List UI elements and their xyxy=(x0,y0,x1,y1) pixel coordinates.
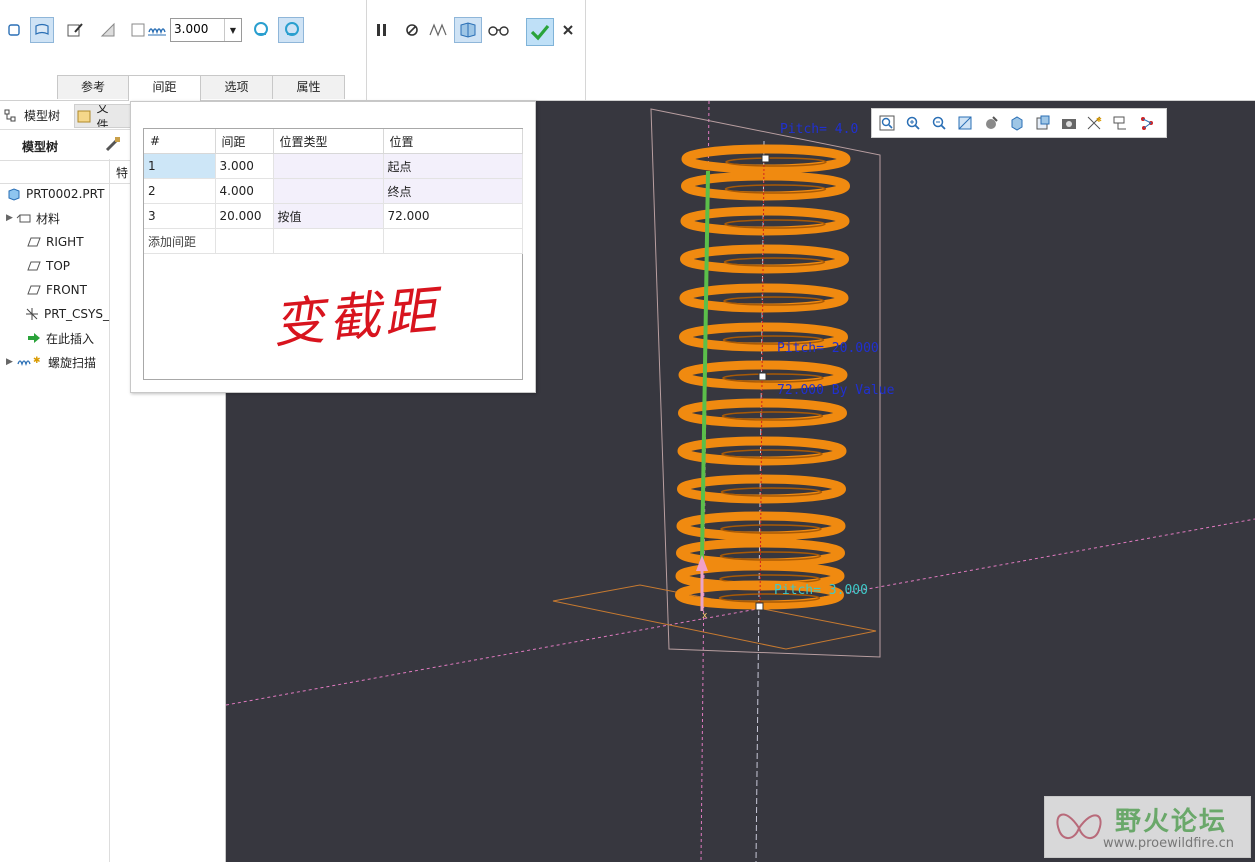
repaint-icon[interactable] xyxy=(954,112,976,134)
row-location-type[interactable] xyxy=(273,153,384,179)
view-manager-icon[interactable] xyxy=(1032,112,1054,134)
cancel-close-icon[interactable] xyxy=(556,17,580,43)
add-pitch-row[interactable]: 添加间距 xyxy=(144,228,523,254)
svg-text:✱: ✱ xyxy=(1096,116,1102,124)
dashboard-ribbon: ▼ 参考 间距 选项 属性 xyxy=(0,0,1255,101)
expand-arrow-icon[interactable]: ▶ xyxy=(6,213,16,223)
tree-item-csys[interactable]: PRT_CSYS_ xyxy=(24,304,109,324)
row-index[interactable]: 2 xyxy=(144,178,216,204)
feature-preview-icon[interactable] xyxy=(454,17,482,43)
row-location-type[interactable]: 按值 xyxy=(273,203,384,229)
row-index[interactable]: 3 xyxy=(144,203,216,229)
pitch-value-field[interactable]: ▼ xyxy=(170,18,242,42)
part-icon xyxy=(6,187,22,201)
model-tree-header-title: 模型树 xyxy=(22,140,59,154)
row-index[interactable]: 1 xyxy=(144,153,216,179)
sketch-icon[interactable] xyxy=(63,17,87,43)
add-pitch-link[interactable]: 添加间距 xyxy=(144,228,216,254)
pitch-label-top[interactable]: Pitch= 4.0 xyxy=(780,122,858,137)
svg-text:✱: ✱ xyxy=(33,356,41,366)
tree-item-top-plane[interactable]: TOP xyxy=(26,256,70,276)
column-header-index: # xyxy=(144,129,216,154)
tab-files[interactable]: 文件... xyxy=(74,104,132,128)
datum-plane-icon xyxy=(26,235,42,249)
geometry-preview-icon[interactable] xyxy=(426,17,450,43)
tree-item-part[interactable]: PRT0002.PRT xyxy=(6,184,104,204)
verify-glasses-icon[interactable] xyxy=(486,17,512,43)
location-by-value-label[interactable]: 72.000 By Value xyxy=(777,383,894,398)
row-pitch-value[interactable]: 3.000 xyxy=(215,153,274,179)
settings-tools-icon[interactable] xyxy=(104,135,122,156)
pause-icon[interactable] xyxy=(370,17,394,43)
tree-item-insert-here[interactable]: 在此插入 xyxy=(26,328,94,348)
solid-icon[interactable] xyxy=(2,17,26,43)
table-header-row: # 间距 位置类型 位置 xyxy=(144,129,523,154)
remove-material-icon[interactable] xyxy=(96,17,120,43)
pitch-panel-popup: # 间距 位置类型 位置 1 3.000 起点 2 4.000 终点 3 20.… xyxy=(130,101,536,393)
handwritten-annotation: 变截距 xyxy=(270,280,443,356)
pitch-value-input[interactable] xyxy=(171,19,224,39)
helical-sweep-icon: ✱ xyxy=(16,355,44,369)
folder-icon xyxy=(77,110,91,123)
refit-icon[interactable] xyxy=(876,112,898,134)
pitch-table: # 间距 位置类型 位置 1 3.000 起点 2 4.000 终点 3 20.… xyxy=(143,128,523,380)
material-icon xyxy=(16,211,32,225)
datum-display-icon[interactable]: ✱ xyxy=(1084,112,1106,134)
tree-item-helical-sweep[interactable]: ▶ ✱ 螺旋扫描 xyxy=(6,352,96,372)
expand-arrow-icon[interactable]: ▶ xyxy=(6,357,16,367)
datum-plane-icon xyxy=(26,259,42,273)
row-location-type[interactable] xyxy=(273,178,384,204)
column-header-pitch: 间距 xyxy=(215,129,274,154)
table-row[interactable]: 2 4.000 终点 xyxy=(144,178,523,204)
pitch-label-middle[interactable]: Pitch= 20.000 xyxy=(777,341,879,356)
column-header-location: 位置 xyxy=(383,129,523,154)
watermark-url: www.proewildfire.cn xyxy=(1103,836,1234,851)
tab-model-tree[interactable]: 模型树 xyxy=(4,107,60,124)
annotation-display-icon[interactable] xyxy=(1110,112,1132,134)
graphics-view-toolbar: ✱ xyxy=(871,108,1167,138)
column-header-features: 特 xyxy=(116,166,129,180)
spring-pitch-icon xyxy=(146,17,168,43)
saved-orientations-icon[interactable] xyxy=(1006,112,1028,134)
tab-pitch[interactable]: 间距 xyxy=(128,75,201,101)
tree-item-material[interactable]: ▶ 材料 xyxy=(6,208,60,228)
table-row[interactable]: 3 20.000 按值 72.000 xyxy=(144,203,523,229)
coordinate-system-icon xyxy=(24,307,40,321)
left-hand-icon[interactable] xyxy=(250,17,274,43)
watermark-brand: 野火论坛 xyxy=(1115,807,1228,837)
no-preview-icon[interactable] xyxy=(400,17,424,43)
svg-text:x: x xyxy=(702,611,708,621)
green-arrow-icon xyxy=(26,331,42,345)
zoom-in-icon[interactable] xyxy=(902,112,924,134)
perspective-camera-icon[interactable] xyxy=(1058,112,1080,134)
row-location[interactable]: 72.000 xyxy=(383,203,523,229)
right-hand-icon[interactable] xyxy=(278,17,304,43)
surface-icon[interactable] xyxy=(30,17,54,43)
row-pitch-value[interactable]: 20.000 xyxy=(215,203,274,229)
tab-references[interactable]: 参考 xyxy=(57,75,129,99)
tab-options[interactable]: 选项 xyxy=(200,75,273,99)
datum-plane-icon xyxy=(26,283,42,297)
row-location[interactable]: 终点 xyxy=(383,178,523,204)
zoom-out-icon[interactable] xyxy=(928,112,950,134)
chevron-down-icon[interactable]: ▼ xyxy=(224,19,241,41)
pitch-label-bottom[interactable]: Pitch= 3.000 xyxy=(774,583,868,598)
tab-properties[interactable]: 属性 xyxy=(272,75,345,99)
ok-checkmark-button[interactable] xyxy=(526,18,554,46)
butterfly-logo-icon xyxy=(1056,813,1102,839)
tree-item-right-plane[interactable]: RIGHT xyxy=(26,232,84,252)
display-style-icon[interactable] xyxy=(980,112,1002,134)
tree-icon xyxy=(4,109,16,121)
spin-center-icon[interactable] xyxy=(1136,112,1158,134)
forum-watermark-logo: 野火论坛 www.proewildfire.cn xyxy=(1044,796,1251,858)
table-row[interactable]: 1 3.000 起点 xyxy=(144,153,523,179)
row-location[interactable]: 起点 xyxy=(383,153,523,179)
tree-item-front-plane[interactable]: FRONT xyxy=(26,280,87,300)
column-header-location-type: 位置类型 xyxy=(273,129,384,154)
row-pitch-value[interactable]: 4.000 xyxy=(215,178,274,204)
